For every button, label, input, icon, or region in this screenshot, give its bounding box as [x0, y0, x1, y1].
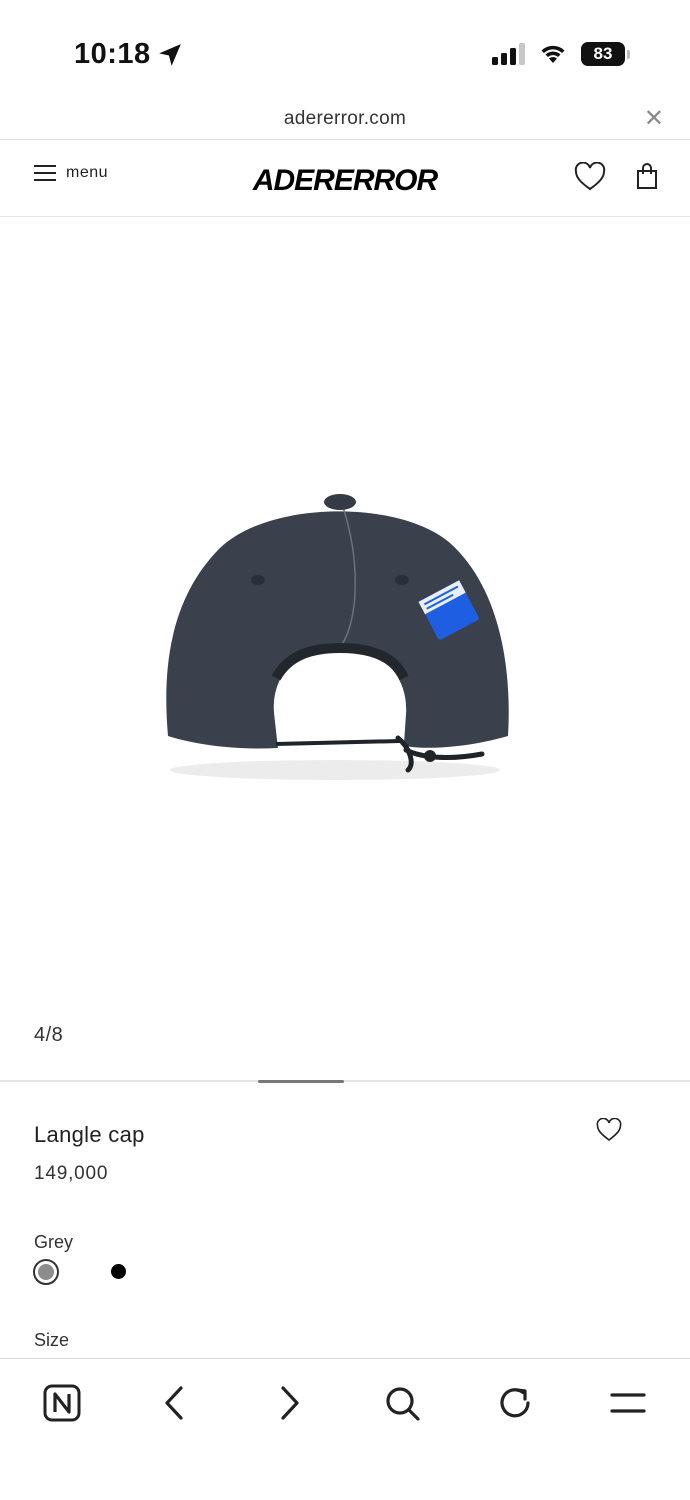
- product-wishlist-heart-icon[interactable]: [596, 1118, 622, 1142]
- image-counter: 4/8: [34, 1024, 64, 1046]
- shopping-bag-icon[interactable]: [636, 162, 658, 190]
- close-icon[interactable]: ✕: [644, 107, 664, 131]
- forward-icon[interactable]: [267, 1381, 311, 1425]
- browser-toolbar: [0, 1358, 690, 1500]
- size-label: Size: [34, 1330, 70, 1350]
- cellular-signal-icon: [492, 43, 525, 65]
- naver-home-icon[interactable]: [40, 1381, 84, 1425]
- selected-color-label: Grey: [34, 1232, 74, 1252]
- menu-icon[interactable]: [606, 1381, 650, 1425]
- battery-icon: 83: [581, 42, 625, 66]
- browser-url-bar[interactable]: adererror.com ✕: [0, 100, 690, 140]
- status-bar: 10:18 83: [0, 0, 690, 100]
- color-swatch-black[interactable]: [111, 1264, 126, 1279]
- search-icon[interactable]: [380, 1381, 424, 1425]
- back-icon[interactable]: [153, 1381, 197, 1425]
- time-text: 10:18: [74, 38, 151, 70]
- sheet-drag-handle[interactable]: [258, 1080, 344, 1083]
- url-text[interactable]: adererror.com: [0, 108, 690, 130]
- wishlist-heart-icon[interactable]: [574, 162, 606, 192]
- battery-level: 83: [593, 44, 613, 63]
- sheet-divider: [0, 1080, 690, 1082]
- site-header: menu ADERERROR: [0, 140, 690, 217]
- product-price: 149,000: [34, 1163, 109, 1184]
- wifi-icon: [541, 45, 565, 63]
- reload-icon[interactable]: [493, 1381, 537, 1425]
- product-image-gallery[interactable]: 4/8: [0, 218, 690, 1080]
- product-image[interactable]: [160, 488, 520, 788]
- location-arrow-icon: [158, 43, 181, 66]
- color-swatch-grey[interactable]: [33, 1259, 59, 1285]
- product-name: Langle cap: [34, 1122, 145, 1147]
- status-time: 10:18: [74, 38, 183, 71]
